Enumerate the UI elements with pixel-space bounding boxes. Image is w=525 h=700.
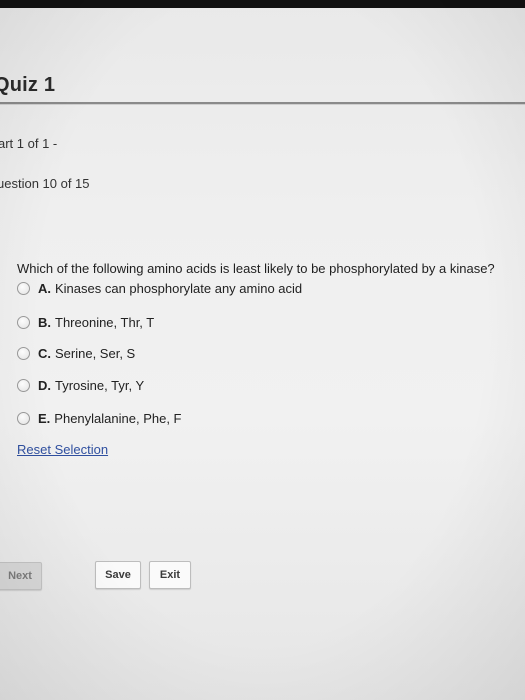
screen-top-edge — [0, 0, 525, 8]
radio-button-icon[interactable] — [17, 281, 30, 295]
choice-e[interactable]: E. Phenylalanine, Phe, F — [17, 409, 182, 427]
choice-d[interactable]: D. Tyrosine, Tyr, Y — [17, 376, 144, 394]
exit-button[interactable]: Exit — [149, 561, 191, 589]
next-button[interactable]: Next — [0, 562, 42, 590]
title-divider — [0, 102, 525, 104]
choice-letter: A. — [38, 280, 51, 296]
question-counter: uestion 10 of 15 — [0, 176, 90, 191]
radio-button-icon[interactable] — [17, 378, 30, 392]
choice-label: Tyrosine, Tyr, Y — [55, 377, 145, 393]
choice-c[interactable]: C. Serine, Ser, S — [17, 344, 135, 362]
radio-button-icon[interactable] — [17, 315, 30, 329]
reset-selection-link[interactable]: Reset Selection — [17, 442, 108, 457]
choice-label: Serine, Ser, S — [55, 345, 136, 361]
choice-letter: B. — [38, 314, 51, 330]
choice-a[interactable]: A. Kinases can phosphorylate any amino a… — [17, 279, 302, 297]
save-button[interactable]: Save — [95, 561, 141, 589]
choice-letter: C. — [38, 345, 51, 361]
question-text: Which of the following amino acids is le… — [17, 261, 495, 276]
page-title: Quiz 1 — [0, 74, 56, 96]
radio-button-icon[interactable] — [17, 411, 30, 425]
choice-b[interactable]: B. Threonine, Thr, T — [17, 313, 154, 331]
choice-letter: E. — [38, 410, 51, 426]
choice-label: Kinases can phosphorylate any amino acid — [55, 280, 303, 296]
choice-label: Threonine, Thr, T — [55, 314, 155, 330]
choice-label: Phenylalanine, Phe, F — [54, 410, 182, 426]
part-indicator: art 1 of 1 - — [0, 136, 58, 151]
choice-letter: D. — [38, 377, 51, 393]
radio-button-icon[interactable] — [17, 346, 30, 360]
